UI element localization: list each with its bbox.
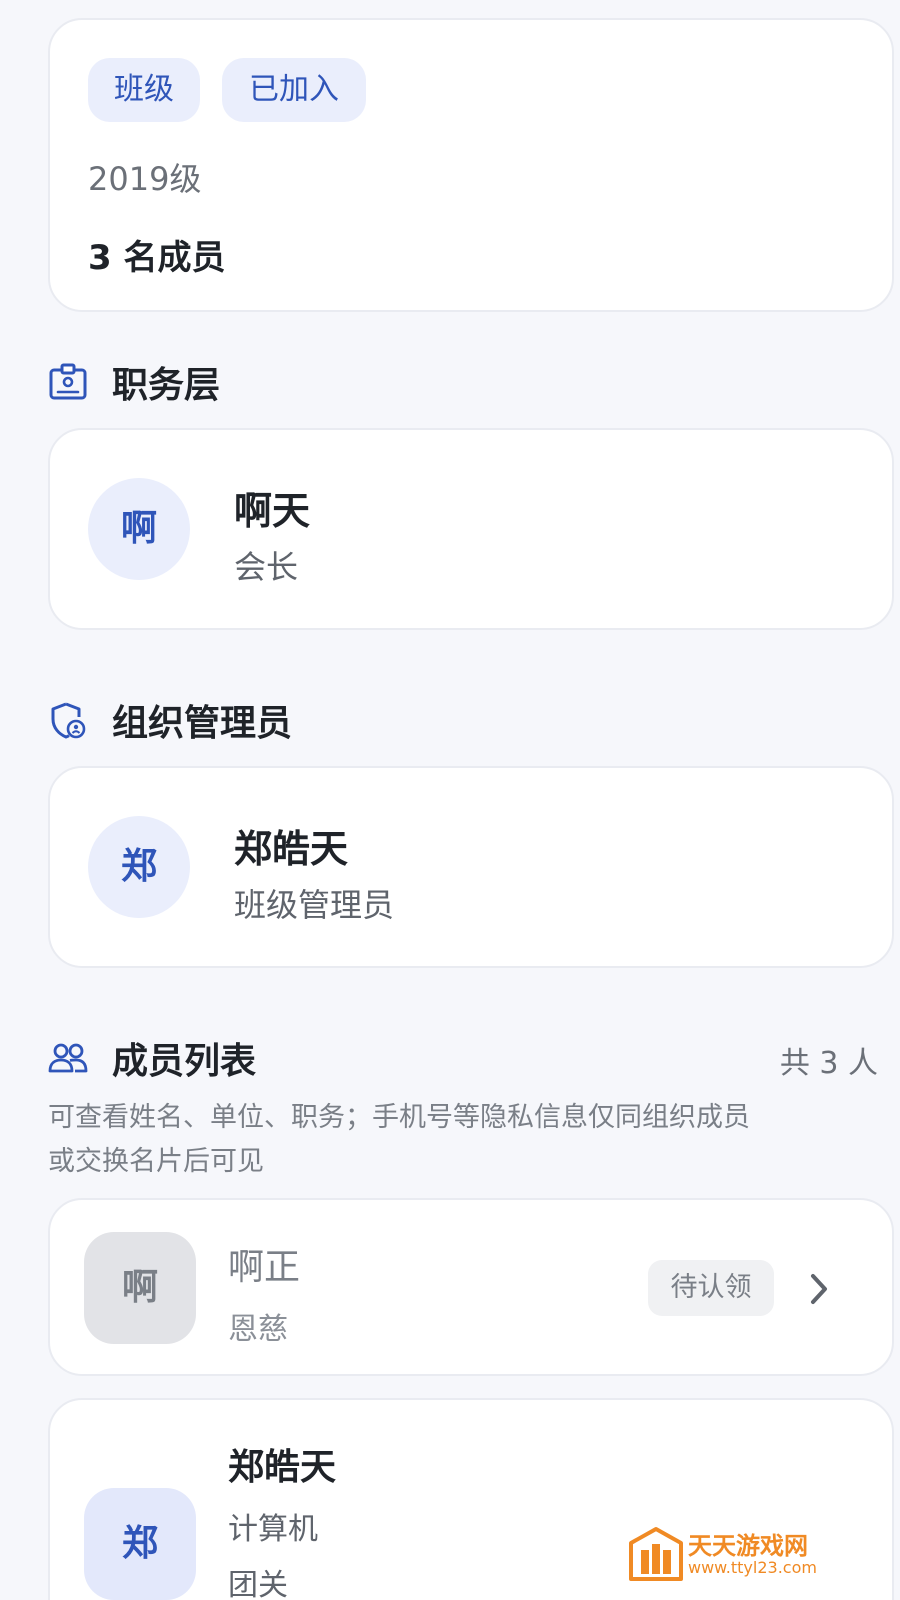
member-unit: 计算机 [228, 1512, 318, 1547]
member-row[interactable]: 啊 啊正 恩慈 待认领 [48, 1198, 894, 1376]
id-card-icon [48, 362, 88, 402]
members-section-title: 成员列表 [112, 1041, 257, 1082]
admins-section-title: 组织管理员 [112, 703, 293, 744]
member-role: 团关 [228, 1568, 288, 1600]
member-avatar: 郑 [84, 1488, 196, 1600]
watermark-logo: 天天游戏网 www.ttyl23.com [628, 1526, 858, 1586]
officer-avatar: 啊 [88, 478, 190, 580]
privacy-note-line-2: 或交换名片后可见 [48, 1146, 264, 1177]
member-name: 郑皓天 [228, 1447, 337, 1488]
officers-section-title: 职务层 [112, 365, 221, 406]
admins-section-header: 组织管理员 [48, 694, 292, 746]
privacy-note-line-1: 可查看姓名、单位、职务；手机号等隐私信息仅同组织成员 [48, 1102, 750, 1133]
privacy-note: 可查看姓名、单位、职务；手机号等隐私信息仅同组织成员 或交换名片后可见 [48, 1096, 888, 1184]
admin-card[interactable]: 郑 郑皓天 班级管理员 [48, 766, 894, 968]
officer-role: 会长 [234, 548, 299, 586]
shield-user-icon [48, 700, 88, 740]
admin-role: 班级管理员 [234, 886, 395, 924]
watermark-brand: 天天游戏网 [688, 1532, 808, 1560]
member-count-label: 3 名成员 [88, 238, 226, 278]
group-type-tag: 班级 [88, 58, 200, 122]
grade-label: 2019级 [88, 160, 202, 198]
group-info-card: 班级 已加入 2019级 3 名成员 [48, 18, 894, 312]
admin-avatar: 郑 [88, 816, 190, 918]
members-section-header: 成员列表 [48, 1032, 256, 1084]
officers-section-header: 职务层 [48, 356, 220, 408]
officer-card[interactable]: 啊 啊天 会长 [48, 428, 894, 630]
member-unit: 恩慈 [228, 1312, 288, 1347]
house-logo-icon [628, 1526, 684, 1586]
officer-name: 啊天 [234, 489, 311, 533]
watermark-url: www.ttyl23.com [688, 1558, 817, 1577]
users-icon [48, 1038, 88, 1078]
members-total-count: 共 3 人 [779, 1046, 878, 1081]
chevron-right-icon[interactable] [804, 1270, 834, 1308]
member-avatar: 啊 [84, 1232, 196, 1344]
joined-status-tag: 已加入 [222, 58, 366, 122]
pending-claim-badge: 待认领 [648, 1260, 774, 1316]
member-name: 啊正 [228, 1247, 301, 1288]
admin-name: 郑皓天 [234, 827, 349, 871]
